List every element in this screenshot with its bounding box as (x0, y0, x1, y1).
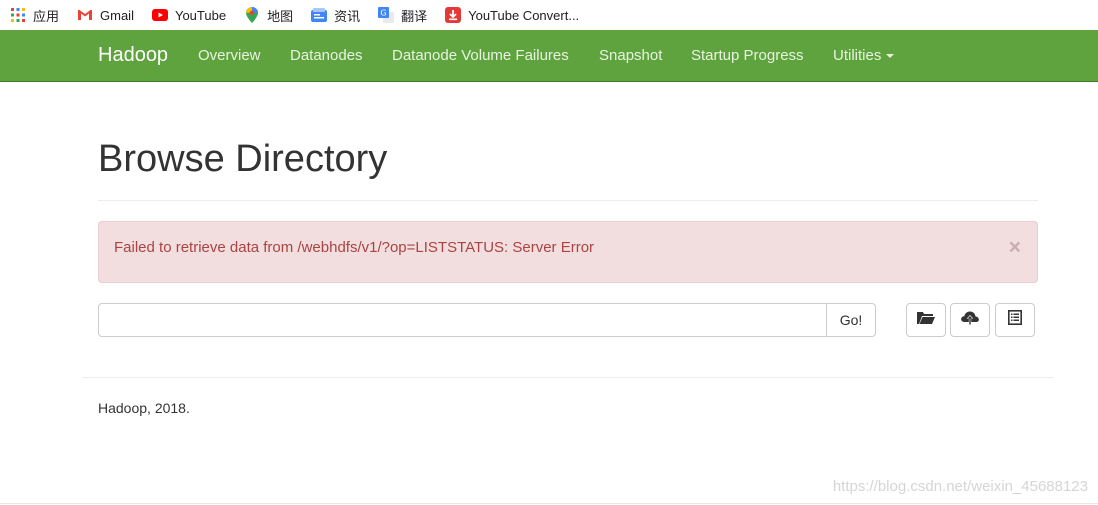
bookmark-label: Gmail (100, 7, 134, 23)
nav-datanode-volume-failures[interactable]: Datanode Volume Failures (392, 47, 569, 64)
nav-utilities-dropdown[interactable]: Utilities (833, 47, 895, 64)
bookmark-label: YouTube (174, 7, 227, 23)
list-alt-icon (1008, 310, 1022, 330)
nav-overview[interactable]: Overview (198, 47, 261, 64)
navbar-brand[interactable]: Hadoop (98, 44, 168, 67)
bookmark-translate[interactable]: G 翻译 (378, 6, 427, 25)
footer-divider (82, 377, 1054, 378)
apps-grid-icon (10, 7, 26, 23)
translate-icon: G (378, 7, 395, 23)
maps-pin-icon (244, 7, 260, 23)
bookmark-maps[interactable]: 地图 (244, 6, 293, 25)
youtube-icon (151, 7, 168, 23)
download-icon (445, 7, 462, 23)
footer-copyright: Hadoop, 2018. (98, 400, 190, 416)
close-icon[interactable]: × (1009, 237, 1021, 258)
page-title: Browse Directory (98, 138, 388, 180)
bookmark-label: 应用 (33, 8, 60, 24)
bookmark-label: 地图 (267, 8, 294, 24)
cut-paste-list-button[interactable] (995, 303, 1035, 337)
bottom-divider (0, 503, 1098, 504)
watermark: https://blog.csdn.net/weixin_45688123 (832, 478, 1088, 495)
news-icon (311, 7, 328, 23)
bookmark-label: YouTube Convert... (468, 7, 580, 23)
go-button[interactable]: Go! (826, 303, 876, 337)
alert-message: Failed to retrieve data from /webhdfs/v1… (114, 239, 595, 256)
nav-datanodes[interactable]: Datanodes (290, 47, 363, 64)
error-alert: Failed to retrieve data from /webhdfs/v1… (98, 221, 1038, 283)
title-divider (98, 200, 1038, 201)
svg-text:G: G (380, 9, 386, 18)
upload-button[interactable] (950, 303, 990, 337)
gmail-icon (77, 7, 93, 23)
nav-startup-progress[interactable]: Startup Progress (691, 47, 804, 64)
bookmark-label: 翻译 (401, 8, 428, 24)
nav-snapshot[interactable]: Snapshot (599, 47, 662, 64)
bookmark-news[interactable]: 资讯 (311, 6, 360, 25)
nav-utilities-label: Utilities (833, 47, 882, 64)
caret-down-icon (886, 54, 895, 59)
cloud-upload-icon (960, 310, 980, 331)
create-directory-button[interactable] (906, 303, 946, 337)
bookmark-gmail[interactable]: Gmail (77, 7, 134, 23)
top-navbar: Hadoop Overview Datanodes Datanode Volum… (0, 30, 1098, 82)
bookmark-label: 资讯 (334, 8, 361, 24)
directory-path-input[interactable] (98, 303, 827, 337)
bookmark-youtube-converter[interactable]: YouTube Convert... (445, 7, 579, 23)
folder-open-icon (917, 311, 935, 330)
bookmark-youtube[interactable]: YouTube (151, 7, 227, 23)
bookmark-apps[interactable]: 应用 (10, 6, 59, 25)
bookmarks-bar: 应用 Gmail YouTube 地图 资讯 G 翻译 YouTube Conv… (0, 0, 1098, 30)
